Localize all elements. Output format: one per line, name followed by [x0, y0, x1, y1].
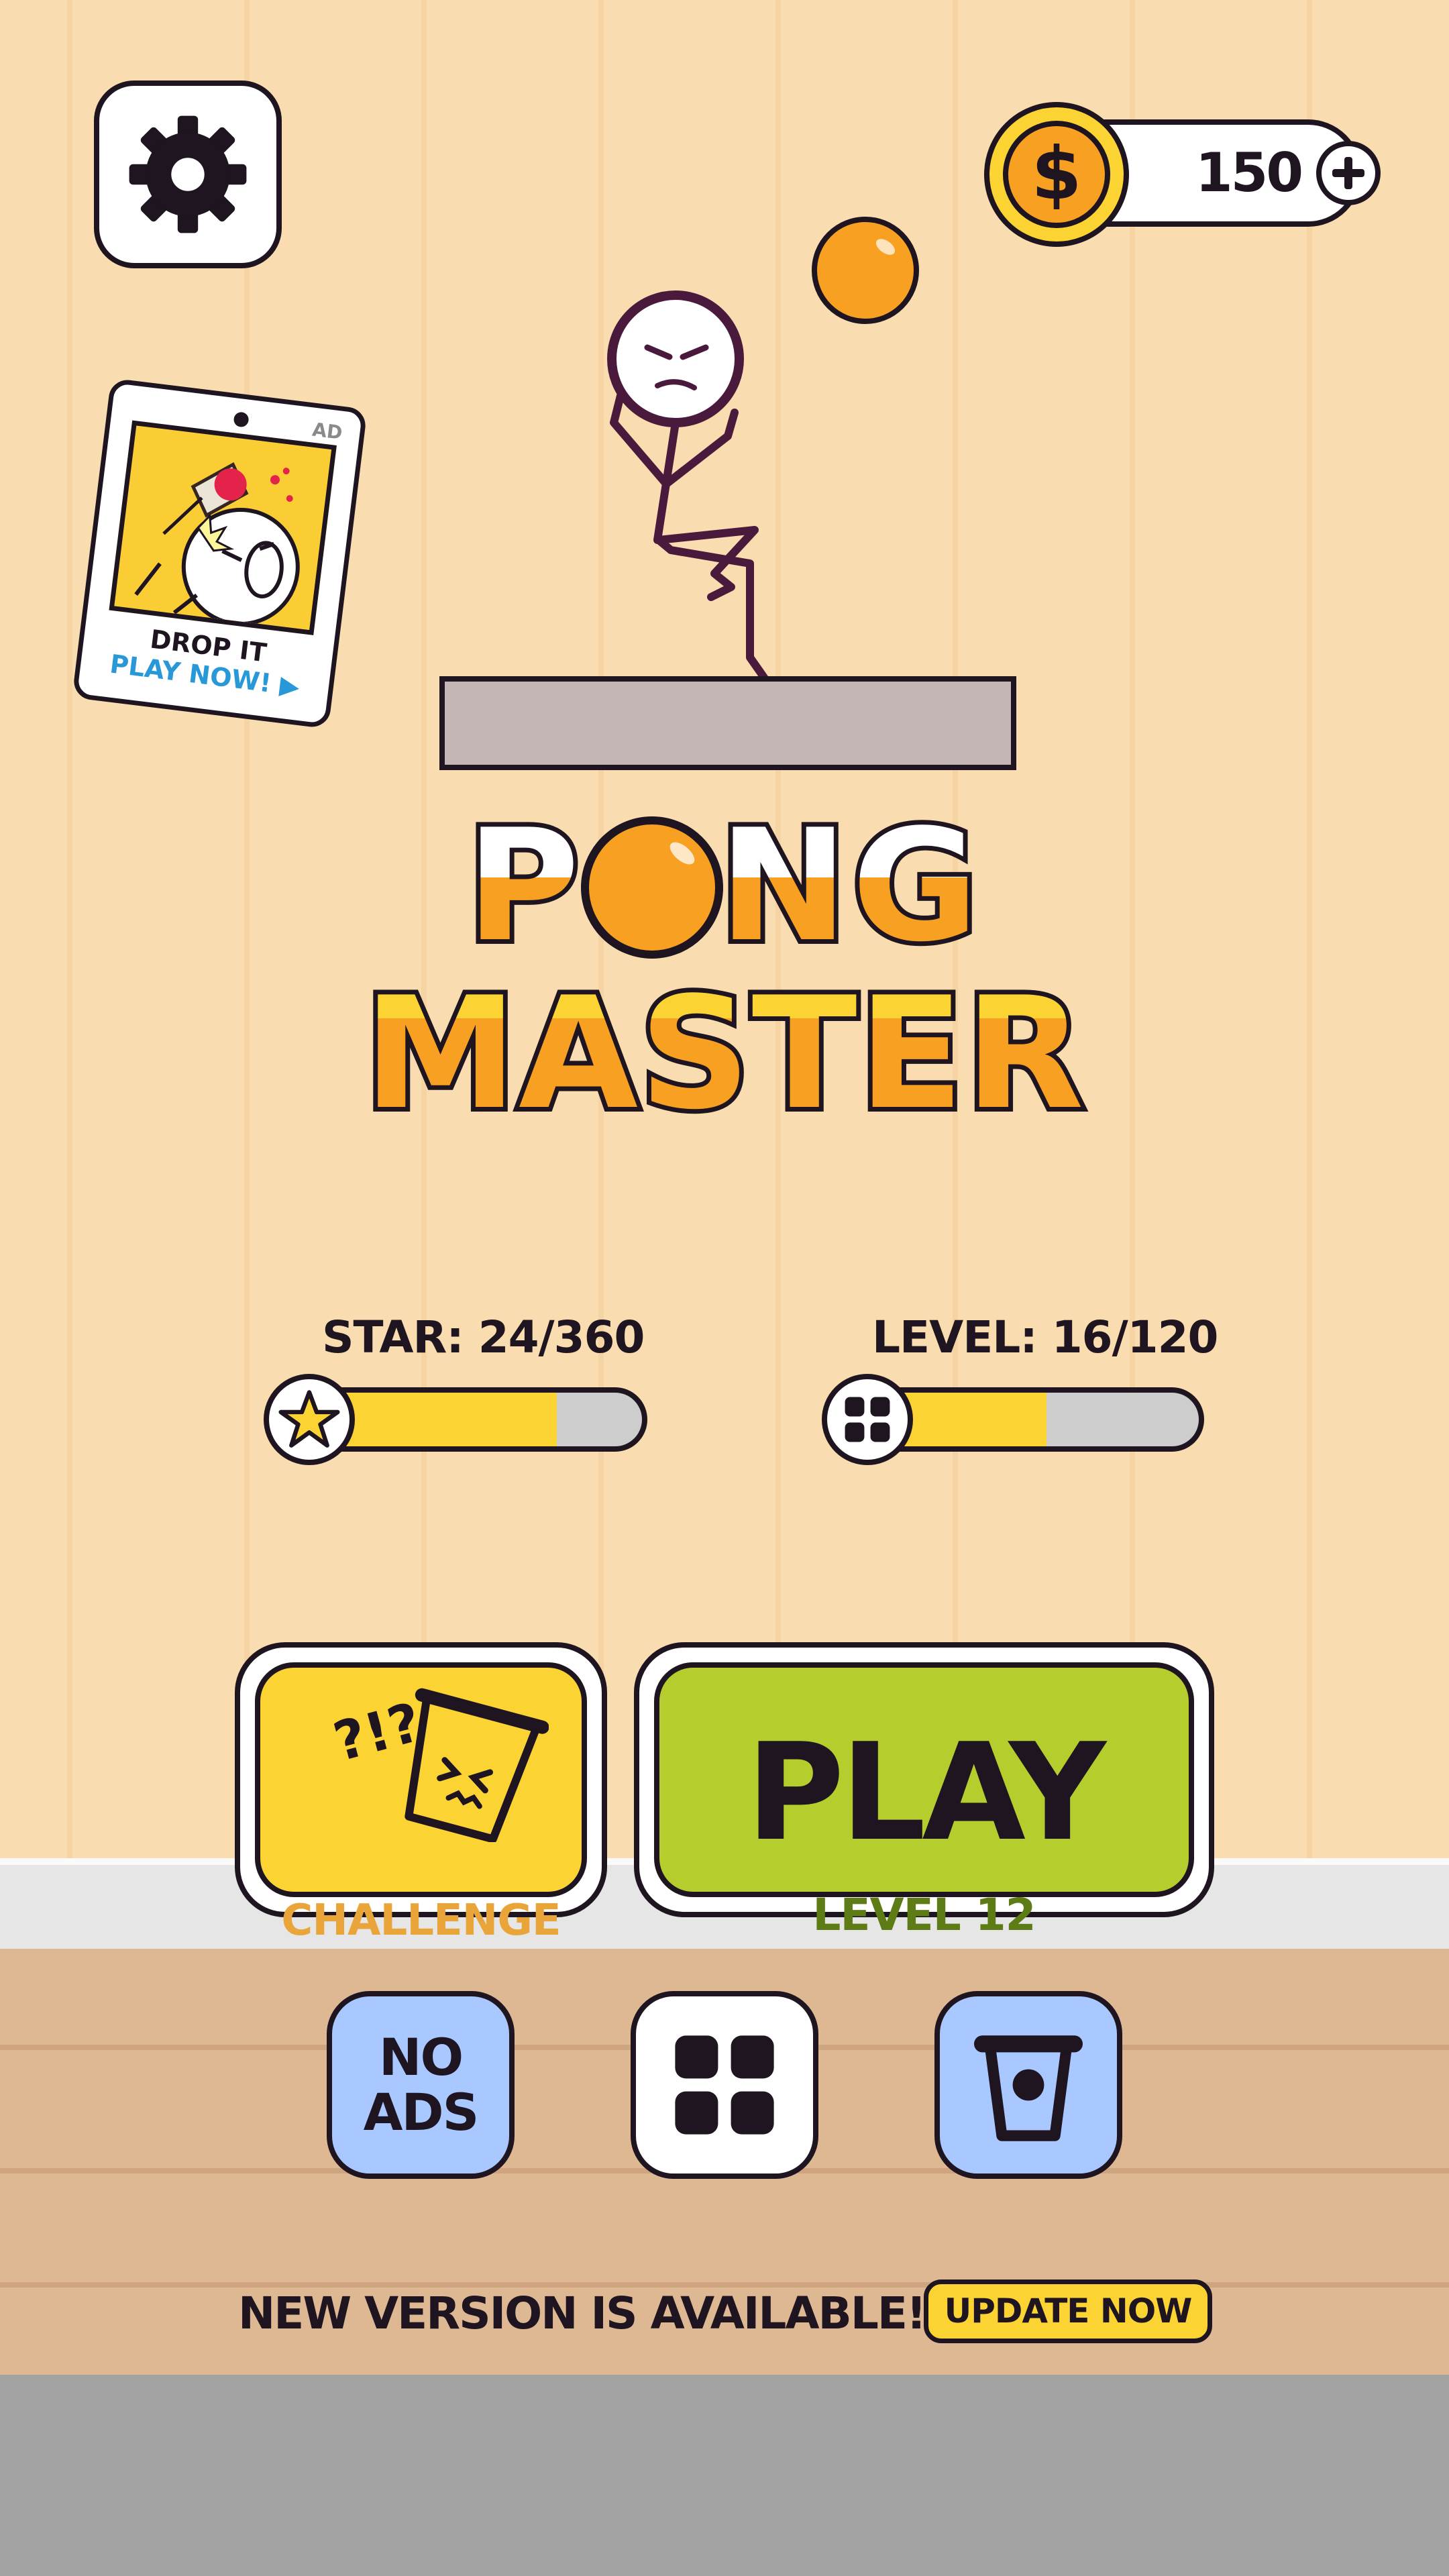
star-icon — [278, 1390, 340, 1448]
bottom-bar — [0, 2375, 1449, 2576]
ping-pong-ball — [812, 217, 919, 324]
ad-card[interactable]: AD DROP IT PLAY NOW! ▶ — [72, 378, 368, 729]
star-badge — [264, 1374, 355, 1465]
ad-image — [109, 420, 337, 635]
svg-text:PONG: PONG — [466, 797, 982, 976]
level-badge — [822, 1374, 913, 1465]
ad-tag: AD — [311, 418, 344, 444]
gear-icon — [129, 115, 247, 233]
challenge-label: CHALLENGE — [281, 1896, 561, 1945]
no-ads-button[interactable]: NO ADS — [327, 1991, 515, 2179]
svg-text:?!?: ?!? — [327, 1690, 427, 1773]
plus-icon[interactable] — [1315, 140, 1382, 207]
grid-icon — [675, 2035, 774, 2135]
update-message: NEW VERSION IS AVAILABLE! — [238, 2288, 926, 2339]
play-button[interactable]: PLAY LEVEL 12 — [634, 1642, 1214, 1941]
star-progress-label: STAR: 24/360 — [322, 1311, 645, 1363]
pong-master-logo: PONG MASTER — [359, 792, 1089, 1127]
svg-text:$: $ — [1031, 132, 1081, 216]
pin-icon — [233, 412, 249, 427]
cup-shop-button[interactable] — [934, 1991, 1122, 2179]
levels-button[interactable] — [631, 1991, 818, 2179]
platform — [439, 676, 1016, 770]
challenge-button-face: ?!? CHALLENGE — [255, 1662, 587, 1945]
play-button-face: PLAY LEVEL 12 — [654, 1662, 1194, 1941]
no-ads-label: NO ADS — [363, 2027, 480, 2142]
settings-button[interactable] — [94, 80, 282, 268]
svg-text:MASTER: MASTER — [364, 965, 1085, 1127]
confused-cup-icon: ?!? — [327, 1688, 549, 1842]
play-level-label: LEVEL 12 — [812, 1889, 1036, 1941]
dollar-coin-icon: $ — [984, 102, 1129, 247]
cup-icon — [974, 2035, 1083, 2141]
level-progress-label: LEVEL: 16/120 — [872, 1311, 1218, 1363]
grid-icon — [845, 1397, 890, 1442]
update-now-button[interactable]: UPDATE NOW — [924, 2279, 1212, 2343]
challenge-button[interactable]: ?!? CHALLENGE — [235, 1642, 607, 1945]
coin-amount: 150 — [1195, 142, 1303, 204]
play-label: PLAY — [746, 1715, 1106, 1871]
